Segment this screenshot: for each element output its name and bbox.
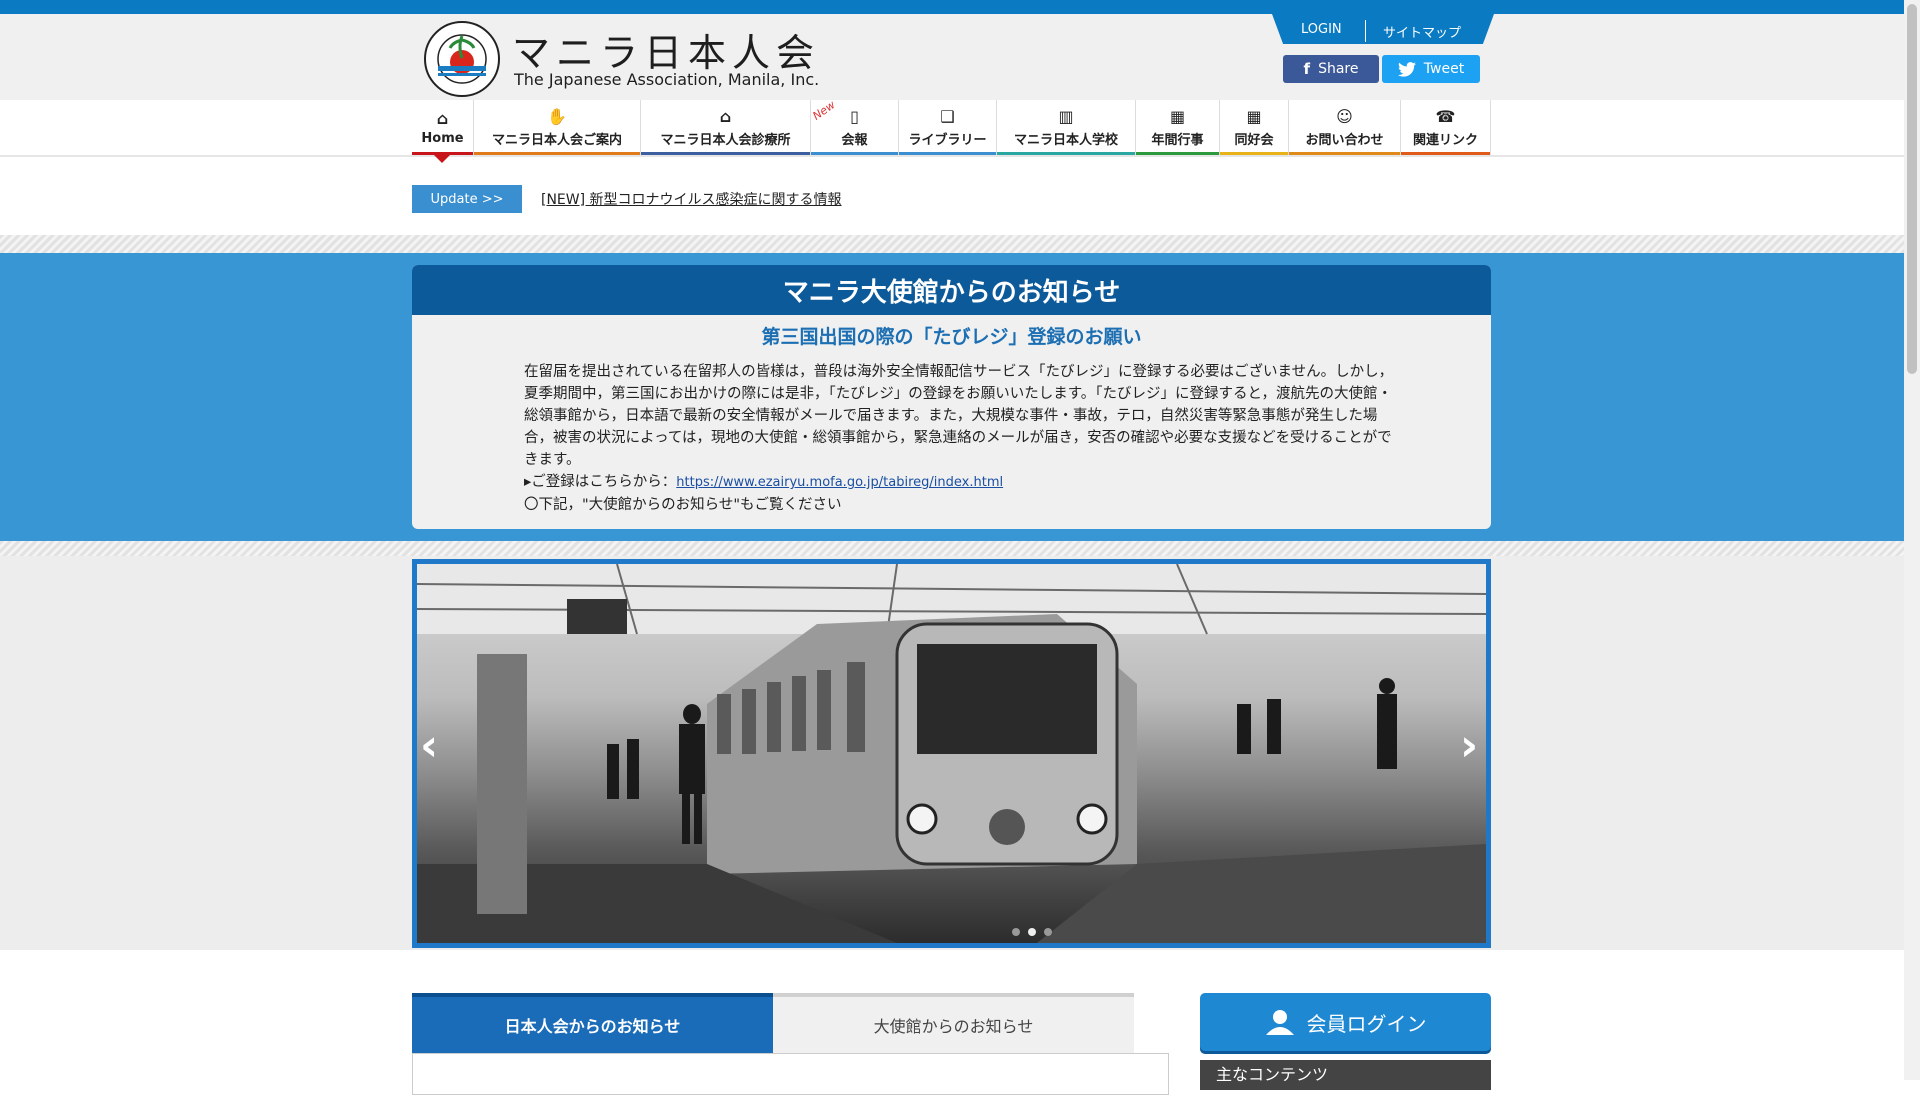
nav-item-9[interactable]: ☎ 関連リンク (1401, 100, 1491, 155)
register-line: ▸ご登録はこちらから：https://www.ezairyu.mofa.go.j… (524, 471, 1394, 494)
login-link[interactable]: LOGIN (1301, 22, 1342, 37)
member-login-label: 会員ログイン (1306, 1011, 1427, 1036)
update-link[interactable]: [NEW] 新型コロナウイルス感染症に関する情報 (541, 189, 842, 209)
nav-color-bar (1136, 152, 1219, 155)
nav-item-0[interactable]: ⌂ Home (412, 100, 474, 155)
home-icon: ⌂ (436, 108, 449, 128)
scrollbar-thumb[interactable] (1907, 4, 1917, 374)
nav-color-bar (997, 152, 1135, 155)
slider-dot[interactable] (1028, 928, 1036, 936)
nav-item-4[interactable]: ❑ ライブラリー (899, 100, 997, 155)
tab-embassy-news[interactable]: 大使館からのお知らせ (773, 993, 1134, 1053)
twitter-icon (1397, 61, 1416, 77)
nav-item-2[interactable]: ⌂ マニラ日本人会診療所 (641, 100, 811, 155)
handshake-icon: ✋ (547, 106, 567, 126)
top-strip (0, 0, 1904, 14)
nav-color-bar (1220, 152, 1288, 155)
nav-item-label: マニラ日本人学校 (1013, 132, 1118, 148)
embassy-notice-box: マニラ大使館からのお知らせ 第三国出国の際の「たびレジ」登録のお願い 在留届を提… (412, 265, 1491, 529)
slider-pagination (1012, 928, 1052, 936)
tweet-label: Tweet (1423, 61, 1465, 77)
notice-body: 在留届を提出されている在留邦人の皆様は，普段は海外安全情報配信サービス「たびレジ… (524, 361, 1394, 516)
nav-color-bar (1401, 152, 1490, 155)
people-icon: ☺ (1336, 106, 1353, 126)
nav-item-label: マニラ日本人会診療所 (660, 132, 791, 148)
update-button[interactable]: Update >> (412, 185, 522, 213)
slider-prev-button[interactable]: ‹ (420, 720, 438, 771)
facebook-share-button[interactable]: f Share (1283, 55, 1379, 83)
nav-color-bar (899, 152, 996, 155)
nav-item-6[interactable]: ▦ 年間行事 (1136, 100, 1220, 155)
nav-item-8[interactable]: ☺ お問い合わせ (1289, 100, 1401, 155)
stripe-divider (0, 235, 1904, 253)
nav-item-7[interactable]: ▦ 同好会 (1220, 100, 1289, 155)
slider-dot[interactable] (1012, 928, 1020, 936)
calendar-icon: ▦ (1246, 106, 1262, 126)
active-nav-indicator (434, 155, 450, 163)
tab-panel (412, 1053, 1169, 1095)
notice-footer: 〇下記，"大使館からのお知らせ"もご覧ください (524, 497, 842, 513)
nav-item-label: 年間行事 (1151, 132, 1204, 148)
notice-subtitle: 第三国出国の際の「たびレジ」登録のお願い (761, 326, 1142, 348)
slider-dot[interactable] (1044, 928, 1052, 936)
slider-next-button[interactable]: › (1460, 720, 1478, 771)
site-header (0, 14, 1904, 100)
register-link[interactable]: https://www.ezairyu.mofa.go.jp/tabireg/i… (676, 475, 1003, 490)
share-label: Share (1318, 61, 1359, 77)
calendar-event-icon: ▦ (1169, 106, 1186, 126)
clinic-icon: ⌂ (719, 106, 732, 126)
association-logo[interactable] (423, 20, 501, 98)
user-icon (1265, 1010, 1294, 1035)
phone-icon: ☎ (1435, 106, 1456, 126)
bag-icon: ▯ (850, 106, 859, 126)
nav-item-label: ライブラリー (908, 132, 987, 148)
nav-item-label: お問い合わせ (1305, 132, 1384, 148)
nav-item-label: マニラ日本人会ご案内 (491, 132, 622, 148)
facebook-icon: f (1303, 60, 1311, 78)
tweet-button[interactable]: Tweet (1382, 55, 1480, 83)
nav-color-bar (474, 152, 640, 155)
nav-item-5[interactable]: ▥ マニラ日本人学校 (997, 100, 1136, 155)
main-contents-heading: 主なコンテンツ (1200, 1060, 1491, 1090)
site-title-ja: マニラ日本人会 (512, 31, 821, 75)
nav-item-1[interactable]: ✋ マニラ日本人会ご案内 (474, 100, 641, 155)
notice-title: マニラ大使館からのお知らせ (412, 265, 1491, 315)
nav-item-label: 会報 (841, 132, 868, 148)
nav-item-label: 同好会 (1234, 132, 1274, 148)
utility-separator (1365, 20, 1366, 42)
nav-color-bar (641, 152, 810, 155)
register-prefix: ▸ご登録はこちらから： (524, 474, 677, 490)
notice-paragraph: 在留届を提出されている在留邦人の皆様は，普段は海外安全情報配信サービス「たびレジ… (524, 364, 1394, 468)
member-login-button[interactable]: 会員ログイン (1200, 993, 1491, 1051)
sitemap-link[interactable]: サイトマップ (1383, 22, 1461, 41)
nav-color-bar (1289, 152, 1400, 155)
school-icon: ▥ (1058, 106, 1074, 126)
slide-image-train-station (417, 564, 1486, 943)
site-title-en: The Japanese Association, Manila, Inc. (514, 70, 820, 89)
tab-association-news[interactable]: 日本人会からのお知らせ (412, 993, 773, 1053)
nav-item-label: 関連リンク (1412, 132, 1478, 148)
nav-item-label: Home (421, 130, 464, 146)
nav-color-bar (811, 152, 898, 155)
book-icon: ❑ (940, 106, 955, 126)
